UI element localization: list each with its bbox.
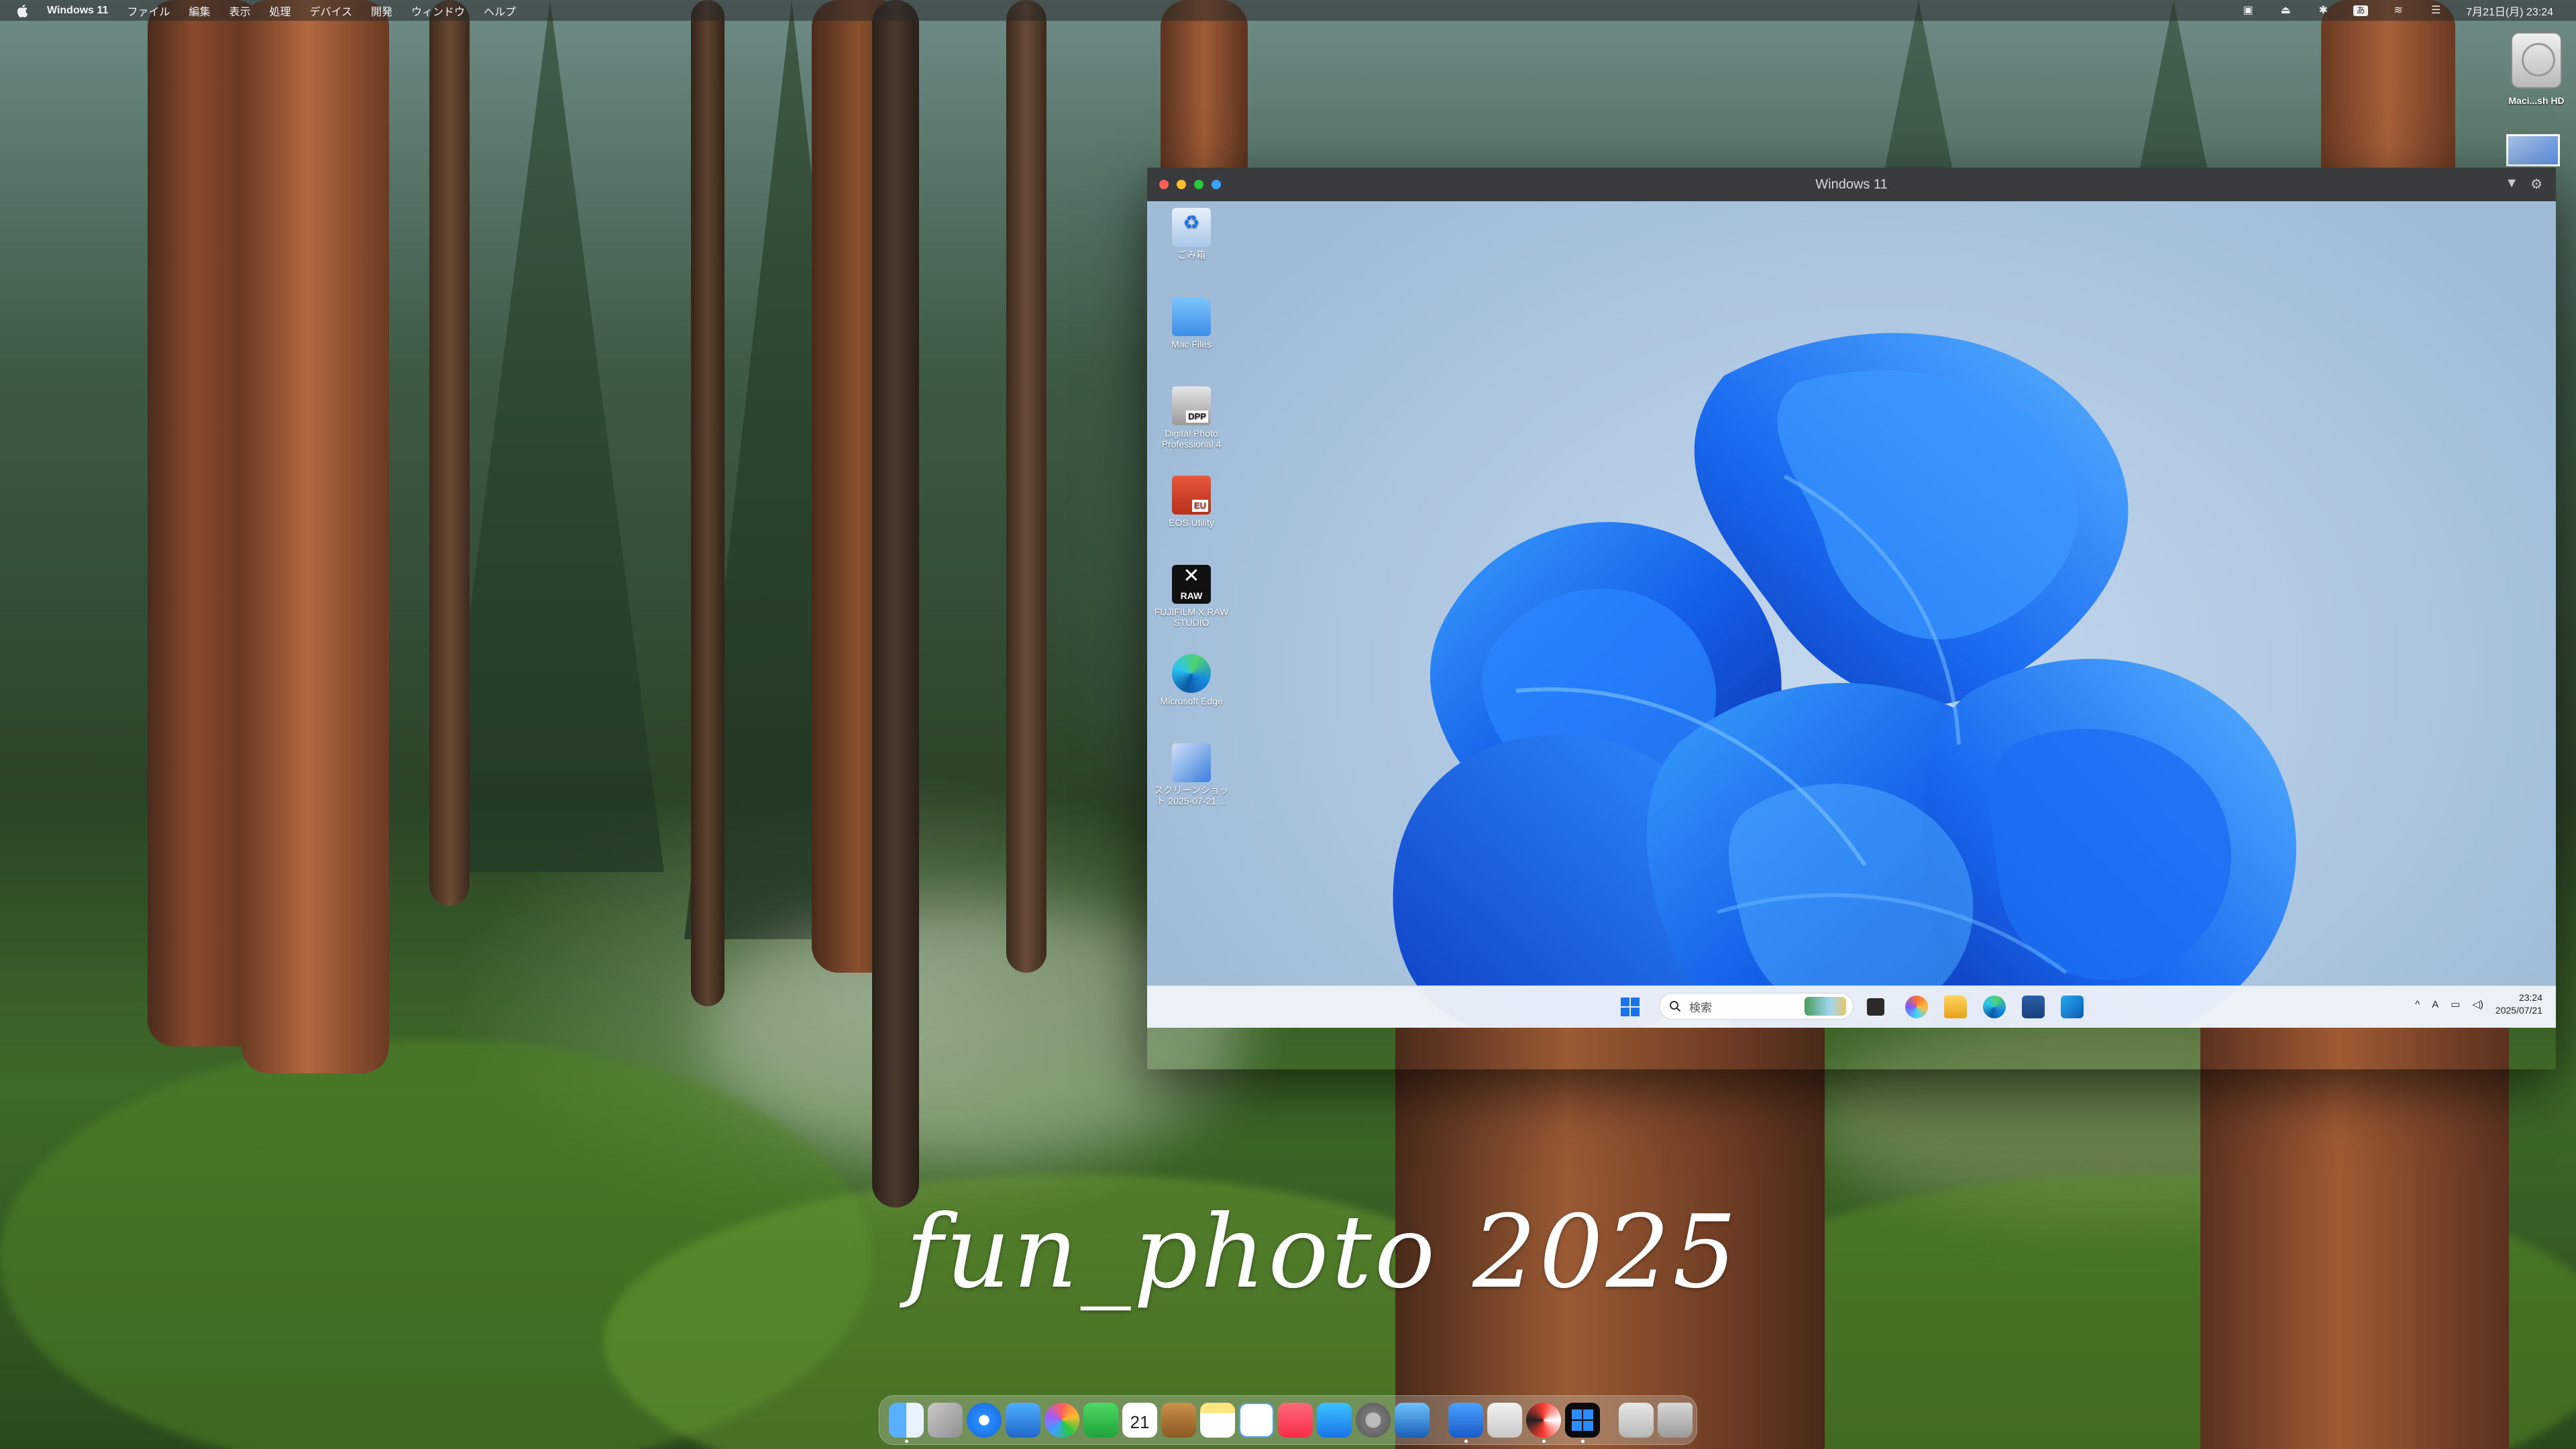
desktop-icon-fujifilm-raw-studio[interactable]: ✕ RAW FUJIFILM X RAW STUDIO	[1151, 565, 1232, 628]
taskbar-time: 23:24	[2518, 992, 2542, 1003]
screenshot-file-icon	[1172, 743, 1211, 782]
apple-menu-icon[interactable]	[16, 4, 28, 17]
windows-start-icon[interactable]	[1620, 997, 1640, 1017]
control-center-icon[interactable]: ☰	[2428, 5, 2443, 16]
desktop-icon-eos-utility[interactable]: EU EOS Utility	[1151, 476, 1232, 528]
task-view-icon[interactable]	[1867, 998, 1884, 1016]
trash-icon[interactable]	[1658, 1403, 1693, 1438]
preview-doc-icon[interactable]	[1487, 1403, 1522, 1438]
active-app-name[interactable]: Windows 11	[47, 5, 108, 17]
app-store-icon[interactable]	[1317, 1403, 1352, 1438]
desktop-icon-label: FUJIFILM X RAW STUDIO	[1154, 606, 1229, 628]
search-placeholder: 検索	[1689, 1001, 1712, 1014]
volume-icon[interactable]: ◁)	[2472, 998, 2483, 1010]
microsoft-store-icon[interactable]	[2022, 996, 2045, 1018]
vm-window: Windows 11 ▼ ⚙ ♻ ごみ箱 Mac Files DPP Digit…	[1147, 168, 2556, 1069]
menu-help[interactable]: ヘルプ	[484, 3, 516, 19]
desktop-icon-mac-files[interactable]: Mac Files	[1151, 297, 1232, 350]
downloads-icon[interactable]	[1619, 1403, 1654, 1438]
input-method-icon[interactable]: あ	[2353, 5, 2369, 16]
dpp-badge: DPP	[1186, 411, 1208, 423]
file-explorer-icon[interactable]	[1944, 996, 1967, 1018]
desktop-icon-label: Mac Files	[1171, 339, 1212, 350]
preview-icon[interactable]	[1006, 1403, 1040, 1438]
menu-actions[interactable]: 処理	[269, 3, 290, 19]
color-icon[interactable]	[1526, 1403, 1561, 1443]
mac-menu-bar: Windows 11 ファイル 編集 表示 処理 デバイス 開発 ウィンドウ ヘ…	[0, 0, 2576, 21]
parallels-status-icon[interactable]: ▣	[2241, 5, 2255, 16]
windows-icon[interactable]	[1565, 1403, 1600, 1443]
menu-edit[interactable]: 編集	[189, 3, 210, 19]
desktop-icon-digital-photo-professional[interactable]: DPP Digital Photo Professional 4	[1151, 386, 1232, 449]
hard-drive-icon	[2511, 32, 2562, 89]
taskbar-search-box[interactable]: 検索	[1659, 993, 1854, 1020]
vm-window-title: Windows 11	[1815, 177, 1888, 192]
menu-develop[interactable]: 開発	[371, 3, 392, 19]
desktop-icon-label: EOS Utility	[1169, 517, 1214, 528]
raw-badge: RAW	[1180, 590, 1203, 601]
desktop-icon-recycle-bin[interactable]: ♻ ごみ箱	[1151, 208, 1232, 260]
taskbar-date: 2025/07/21	[2495, 1005, 2542, 1016]
desktop-icon-screenshot-file[interactable]: スクリーンショット 2025-07-21 ...	[1151, 743, 1232, 806]
recycle-bin-icon: ♻	[1172, 208, 1211, 247]
taskbar-edge-icon[interactable]	[1983, 996, 2006, 1018]
calendar-icon[interactable]: 21	[1122, 1403, 1157, 1438]
mac-files-folder-icon	[1172, 297, 1211, 336]
edge-icon	[1172, 654, 1211, 693]
outlook-icon[interactable]	[2061, 996, 2084, 1018]
macintosh-hd-drive[interactable]: Maci...sh HD	[2506, 32, 2567, 106]
music-icon[interactable]	[1278, 1403, 1313, 1438]
menu-view[interactable]: 表示	[229, 3, 250, 19]
search-icon	[1670, 1001, 1681, 1012]
menu-devices[interactable]: デバイス	[310, 3, 353, 19]
screenshot-thumbnail[interactable]	[2506, 134, 2560, 166]
eu-badge: EU	[1191, 500, 1208, 512]
menubar-clock[interactable]: 7月21日(月) 23:24	[2466, 3, 2553, 19]
fujifilm-raw-icon: ✕ RAW	[1172, 565, 1211, 604]
menu-file[interactable]: ファイル	[127, 3, 170, 19]
macintosh-hd-label: Maci...sh HD	[2508, 95, 2565, 106]
notes-app-icon[interactable]	[1161, 1403, 1196, 1438]
windows-taskbar: 検索 ^ A ▭ ◁) 23:24 2025/07/21	[1147, 985, 2556, 1028]
desktop-icon-label: Digital Photo Professional 4	[1161, 428, 1222, 449]
vm-titlebar[interactable]: Windows 11 ▼ ⚙	[1147, 168, 2556, 201]
mac-dock: 21	[879, 1395, 1697, 1445]
dpp-icon: DPP	[1172, 386, 1211, 425]
system-tray: ^ A ▭ ◁) 23:24 2025/07/21	[2415, 991, 2542, 1017]
network-icon[interactable]: ▭	[2451, 998, 2460, 1010]
vm-settings-gear-icon[interactable]: ⚙	[2530, 176, 2542, 193]
desktop-icon-label: ごみ箱	[1177, 250, 1205, 260]
copilot-icon[interactable]	[1905, 996, 1928, 1018]
launchpad-icon[interactable]	[928, 1403, 963, 1438]
airdrop-icon[interactable]: ⏏	[2278, 5, 2293, 16]
desktop-icon-label: Microsoft Edge	[1160, 696, 1223, 706]
system-settings-icon[interactable]	[1356, 1403, 1391, 1438]
watermark-text: fun_photo 2025	[906, 1194, 1739, 1311]
windows-desktop: ♻ ごみ箱 Mac Files DPP Digital Photo Profes…	[1147, 201, 2556, 1028]
photos-icon[interactable]	[1044, 1403, 1079, 1438]
eos-utility-icon: EU	[1172, 476, 1211, 515]
xcode-icon[interactable]	[1395, 1403, 1430, 1438]
notes-icon[interactable]	[1200, 1403, 1235, 1438]
remote-desktop-icon[interactable]	[1448, 1403, 1483, 1443]
facetime-icon[interactable]	[1083, 1403, 1118, 1438]
safari-icon[interactable]	[967, 1403, 1002, 1438]
wifi-icon[interactable]: ≋	[2391, 5, 2406, 16]
chevron-up-icon[interactable]: ^	[2415, 999, 2420, 1010]
bluetooth-icon[interactable]: ✱	[2316, 5, 2330, 16]
desktop-icon-label: スクリーンショット 2025-07-21 ...	[1154, 785, 1229, 806]
ime-indicator[interactable]: A	[2432, 999, 2438, 1010]
finder-icon[interactable]	[889, 1403, 924, 1443]
search-highlight-art	[1805, 997, 1846, 1016]
taskbar-clock[interactable]: 23:24 2025/07/21	[2496, 991, 2542, 1017]
windows-logo-icon	[1572, 1409, 1593, 1431]
freeform-icon[interactable]	[1239, 1403, 1274, 1438]
windows-bloom-wallpaper	[1393, 333, 2296, 1028]
calendar-day: 21	[1130, 1412, 1150, 1432]
desktop-icon-microsoft-edge[interactable]: Microsoft Edge	[1151, 654, 1232, 706]
vm-dropdown-icon[interactable]: ▼	[2505, 176, 2518, 193]
menu-window[interactable]: ウィンドウ	[411, 3, 465, 19]
